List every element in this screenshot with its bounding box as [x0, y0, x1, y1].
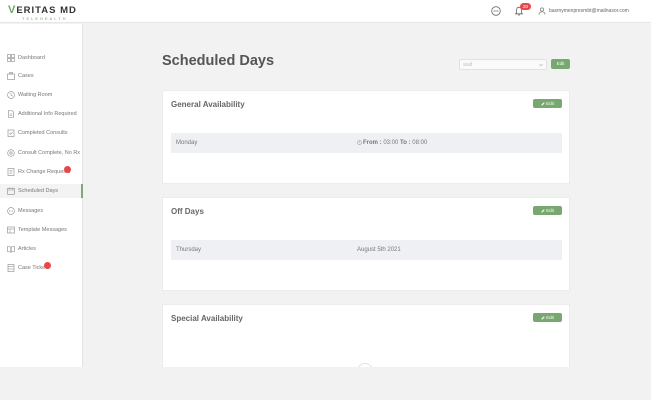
user-icon[interactable]	[538, 7, 546, 15]
sidebar-item-articles[interactable]: Articles	[0, 242, 83, 256]
clipboard-icon	[7, 129, 15, 137]
dashboard-icon	[7, 54, 15, 62]
sidebar: Dashboard Cases Waiting Room Additional …	[0, 24, 83, 367]
header-edit-button[interactable]: Edit	[551, 59, 570, 69]
sidebar-item-label: Template Messages	[18, 227, 67, 233]
sidebar-item-dashboard[interactable]: Dashboard	[0, 51, 83, 65]
sidebar-item-additional-info[interactable]: Additional Info Required	[0, 107, 83, 121]
brand-name: VERITAS MD	[8, 4, 77, 16]
sidebar-item-label: Waiting Room	[18, 92, 53, 98]
brand-tagline: TELEHEALTH	[22, 16, 68, 21]
sidebar-item-label: Dashboard	[18, 55, 45, 61]
sidebar-item-label: Messages	[18, 208, 44, 214]
sidebar-item-scheduled-days[interactable]: Scheduled Days	[0, 184, 83, 198]
from-value: 03:00	[383, 140, 399, 146]
sidebar-item-template-messages[interactable]: Template Messages	[0, 223, 83, 237]
pencil-icon	[541, 208, 545, 213]
row-day: Thursday	[176, 247, 202, 253]
chat-icon[interactable]	[491, 6, 501, 16]
cases-icon	[7, 72, 15, 80]
staff-select[interactable]: Staff	[459, 59, 547, 70]
pencil-icon	[541, 315, 545, 320]
brand-logo[interactable]: VERITAS MD TELEHEALTH	[8, 4, 77, 22]
waiting-room-icon	[7, 91, 15, 99]
sidebar-item-label: Articles	[18, 246, 37, 252]
table-row: Thursday August 5th 2021	[171, 240, 562, 260]
card-title: General Availability	[171, 100, 245, 109]
calendar-icon	[7, 187, 15, 195]
user-email[interactable]: basmymenpresmbt@mailnasor.com	[549, 7, 629, 15]
rx-change-badge	[64, 166, 71, 173]
special-availability-card: Special Availability Edit	[162, 304, 570, 370]
articles-icon	[7, 246, 15, 253]
notification-badge: 20	[520, 3, 531, 10]
template-icon	[7, 226, 15, 234]
to-label: To :	[400, 140, 411, 146]
document-icon	[8, 110, 14, 118]
sidebar-item-waiting-room[interactable]: Waiting Room	[0, 88, 83, 102]
page-title: Scheduled Days	[162, 53, 275, 69]
off-days-card: Off Days Edit Thursday August 5th 2021	[162, 197, 570, 291]
settings-icon	[7, 149, 15, 157]
row-day: Monday	[176, 140, 198, 146]
sidebar-item-label: Rx Change Requests	[18, 169, 71, 175]
page-footer	[0, 367, 651, 400]
row-date: August 5th 2021	[357, 247, 401, 253]
staff-select-value: Staff	[463, 62, 473, 67]
case-tickets-badge	[44, 262, 51, 269]
from-label: From :	[363, 140, 382, 146]
chevron-down-icon	[539, 63, 543, 67]
off-days-edit-button[interactable]: Edit	[533, 206, 562, 215]
general-availability-edit-button[interactable]: Edit	[533, 99, 562, 108]
edit-label: Edit	[546, 208, 554, 213]
sidebar-item-label: Scheduled Days	[18, 188, 59, 194]
general-availability-card: General Availability Edit Monday From : …	[162, 90, 570, 184]
card-title: Off Days	[171, 207, 204, 216]
sidebar-item-completed-consults[interactable]: Completed Consults	[0, 126, 83, 140]
message-icon	[7, 207, 15, 215]
sidebar-item-label: Additional Info Required	[18, 111, 77, 117]
top-bar: VERITAS MD TELEHEALTH 20 basmymenpresmbt…	[0, 0, 651, 23]
sidebar-item-cases[interactable]: Cases	[0, 69, 83, 83]
edit-label: Edit	[546, 101, 554, 106]
clock-icon	[357, 139, 362, 145]
row-time-range: From : 03:00 To : 08:00	[357, 139, 427, 147]
rx-icon	[7, 168, 15, 176]
sidebar-item-label: Completed Consults	[18, 130, 68, 136]
ticket-icon	[7, 264, 15, 272]
pencil-icon	[541, 101, 545, 106]
sidebar-item-messages[interactable]: Messages	[0, 204, 83, 218]
to-value: 08:00	[412, 140, 428, 146]
table-row: Monday From : 03:00 To : 08:00	[171, 133, 562, 153]
sidebar-item-rx-change-requests[interactable]: Rx Change Requests	[0, 165, 83, 179]
sidebar-item-consult-complete-no-rx[interactable]: Consult Complete, No Rx	[0, 146, 83, 160]
sidebar-item-label: Consult Complete, No Rx	[18, 150, 81, 156]
edit-label: Edit	[546, 315, 554, 320]
sidebar-item-label: Cases	[18, 73, 34, 79]
special-availability-edit-button[interactable]: Edit	[533, 313, 562, 322]
card-title: Special Availability	[171, 314, 243, 323]
sidebar-item-case-tickets[interactable]: Case Tickets	[0, 261, 83, 275]
